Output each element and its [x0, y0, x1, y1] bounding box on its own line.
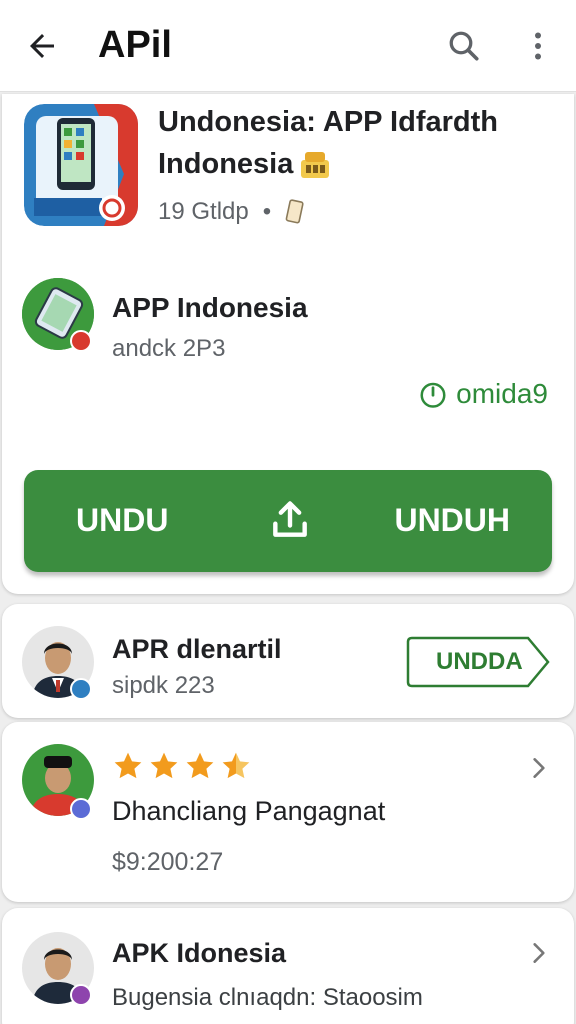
verified-badge-icon	[70, 678, 92, 700]
star-icon	[150, 752, 178, 779]
reviewer-name: APK Idonesia	[112, 938, 287, 968]
app-title-line2: Indonesia	[158, 148, 331, 181]
search-button[interactable]	[440, 22, 488, 70]
app-icon[interactable]	[24, 104, 138, 226]
review-amount: $9:200:27	[112, 848, 224, 876]
chevron-right-icon	[533, 943, 545, 963]
star-icon	[114, 752, 142, 779]
verified-badge-icon	[70, 330, 92, 352]
outline-download-button[interactable]: UNDDA	[406, 636, 552, 688]
back-button[interactable]	[18, 22, 66, 70]
timer-label: omida9	[456, 378, 548, 409]
reviewer-subtitle: sipdk 223	[112, 672, 215, 699]
rating-stars	[112, 750, 252, 782]
timer-icon	[420, 382, 446, 408]
download-right-label: UNDUH	[394, 502, 510, 538]
download-left-label: UNDU	[76, 502, 169, 538]
star-half-icon	[222, 752, 250, 779]
developer-subtitle: andck 2P3	[112, 335, 226, 362]
outline-download-label: UNDDA	[436, 648, 523, 675]
verified-badge-icon	[70, 798, 92, 820]
chevron-right-button[interactable]	[524, 938, 554, 968]
arrow-left-icon	[30, 34, 54, 58]
reviewer-name: APR dlenartil	[112, 634, 282, 664]
download-button[interactable]: UNDU UNDUH	[24, 470, 552, 572]
app-meta-text: 19 Gtldp	[158, 198, 249, 225]
review-text: Bugensia clnıaqdn: Staoosim	[112, 984, 423, 1011]
review-text: Dhancliang Pangagnat	[112, 796, 386, 826]
chevron-right-button[interactable]	[524, 753, 554, 783]
share-button[interactable]	[264, 494, 316, 546]
device-icon	[285, 199, 304, 224]
upload-share-icon	[273, 501, 307, 537]
verified-badge-icon	[70, 984, 92, 1006]
app-meta: 19 Gtldp •	[158, 198, 305, 226]
more-options-button[interactable]	[514, 22, 562, 70]
developer-name[interactable]: APP Indonesia	[112, 292, 308, 324]
app-title-line1: Undonesia: APP Idfardth	[158, 106, 498, 138]
chevron-right-icon	[533, 758, 545, 778]
building-emoji-icon	[301, 151, 330, 178]
app-title-line2-text: Indonesia	[158, 148, 294, 180]
page-title: APil	[98, 24, 172, 66]
meta-separator: •	[262, 198, 272, 225]
developer-avatar[interactable]	[22, 278, 94, 352]
timer-indicator: omida9	[418, 378, 548, 410]
search-icon	[449, 31, 479, 61]
app-logo-icon	[24, 104, 138, 226]
top-app-bar: APil	[0, 0, 576, 92]
more-vert-icon	[535, 32, 541, 60]
star-icon	[186, 752, 214, 779]
